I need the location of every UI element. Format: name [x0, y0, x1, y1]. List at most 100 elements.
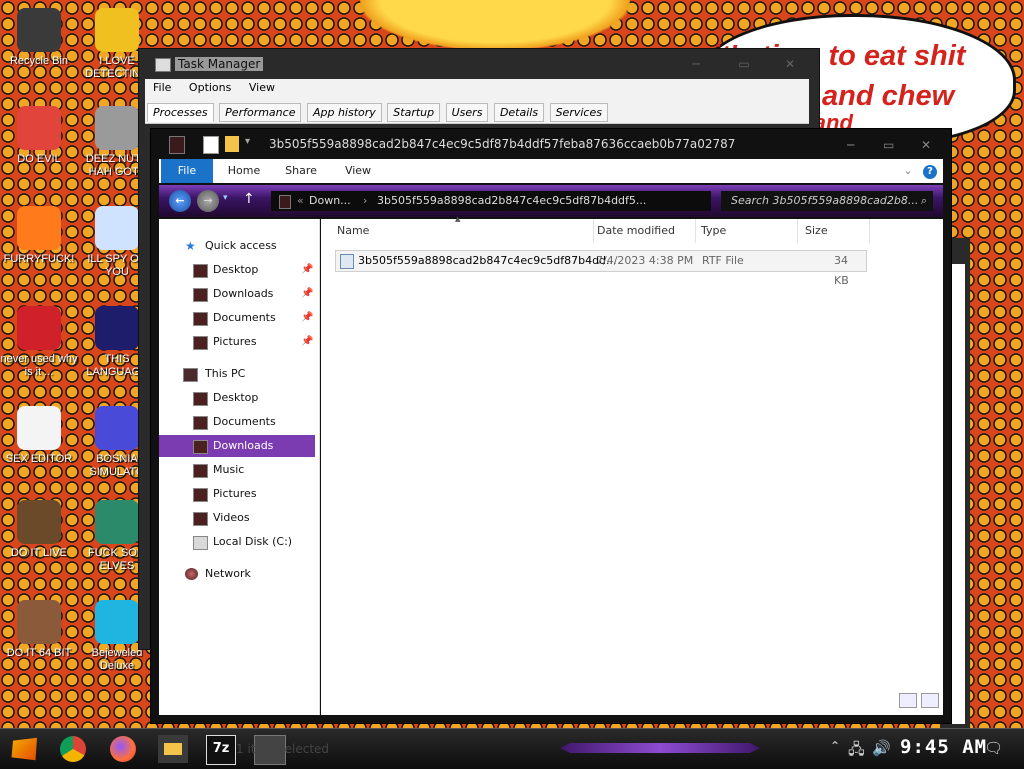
navigation-pane: ★ Quick access Desktop 📌 Downloads 📌 Documen…	[159, 219, 320, 715]
file-date: 7/4/2023 4:38 PM	[596, 254, 694, 267]
nav-this-pc[interactable]: This PC	[159, 363, 315, 385]
file-explorer-taskbar-button[interactable]	[158, 735, 188, 763]
nav-item[interactable]: Downloads 📌	[159, 283, 315, 305]
help-icon[interactable]: ?	[921, 159, 939, 183]
file-row[interactable]: 3b505f559a8898cad2b847c4ec9c5df87b4dd...…	[335, 250, 867, 287]
tab-performance[interactable]: Performance	[219, 103, 302, 122]
close-button[interactable]: ✕	[921, 138, 931, 152]
tab-details[interactable]: Details	[493, 103, 545, 122]
explorer-titlebar[interactable]: ▾ 3b505f559a8898cad2b847c4ec9c5df87b4ddf…	[151, 129, 951, 159]
pin-icon[interactable]: 📌	[301, 331, 313, 353]
volume-icon[interactable]: 🔊	[872, 739, 891, 757]
folder-icon	[193, 536, 208, 550]
maximize-button[interactable]: ▭	[733, 57, 755, 71]
nav-item[interactable]: Videos	[159, 507, 315, 529]
desktop-shortcut[interactable]: never used why is it ...	[0, 306, 78, 379]
address-bar[interactable]: « Down... › 3b505f559a8898cad2b847c4ec9c…	[271, 191, 711, 211]
search-box[interactable]: Search 3b505f559a8898cad2b8... ⌕	[721, 191, 933, 211]
up-arrow-icon[interactable]: ↑	[243, 191, 255, 207]
goland-icon	[95, 306, 139, 350]
tab-users[interactable]: Users	[445, 103, 489, 122]
nav-quick-access[interactable]: ★ Quick access	[159, 235, 315, 257]
minimize-button[interactable]: ─	[685, 57, 707, 71]
desktop-shortcut[interactable]: SEX EDITOR	[0, 406, 78, 466]
taskbar: 7z 1 item selected ⌃ 🖧 🔊 9:45 AM 🗨	[0, 728, 1024, 769]
expand-ribbon-icon[interactable]: ⌄	[899, 159, 917, 183]
tab-services[interactable]: Services	[549, 103, 608, 122]
new-folder-quick-icon[interactable]	[225, 136, 239, 152]
clock[interactable]: 9:45 AM	[900, 736, 987, 758]
column-size[interactable]: Size	[799, 219, 870, 243]
nav-item-label: Pictures	[213, 487, 257, 500]
address-toolbar: ← → ▾ ↑ « Down... › 3b505f559a8898cad2b8…	[159, 185, 943, 217]
close-button[interactable]: ✕	[779, 57, 801, 71]
desktop-shortcut[interactable]: FURRYFUCK!	[0, 206, 78, 266]
menu-options[interactable]: Options	[181, 79, 237, 94]
nav-item[interactable]: Documents	[159, 411, 315, 433]
file-size: 34 KB	[834, 254, 849, 287]
large-icons-view-icon[interactable]	[921, 693, 939, 708]
notification-icon[interactable]: 🗨	[984, 739, 1003, 757]
nav-item[interactable]: Pictures	[159, 483, 315, 505]
nav-item-label: Desktop	[213, 263, 259, 276]
maximize-button[interactable]: ▭	[883, 138, 894, 152]
desktop-shortcut[interactable]: DO IT 64 BIT	[0, 600, 78, 660]
desktop-shortcut[interactable]: DO EVIL	[0, 106, 78, 166]
tab-processes[interactable]: Processes	[147, 103, 214, 122]
column-type[interactable]: Type	[695, 219, 798, 243]
nav-item[interactable]: Music	[159, 459, 315, 481]
task-manager-tabs: Processes Performance App history Startu…	[145, 99, 809, 124]
task-manager-titlebar[interactable]: Task Manager	[139, 49, 819, 79]
details-view-icon[interactable]	[899, 693, 917, 708]
desktop-shortcut[interactable]: Recycle Bin	[0, 8, 78, 68]
desktop-shortcut-label: SEX EDITOR	[5, 453, 73, 465]
tab-startup[interactable]: Startup	[387, 103, 441, 122]
firefox-taskbar-button[interactable]	[110, 736, 136, 762]
network-tray-icon[interactable]: 🖧	[848, 739, 865, 764]
7zip-taskbar-button[interactable]: 7z	[206, 735, 236, 765]
file-explorer-window[interactable]: ▾ 3b505f559a8898cad2b847c4ec9c5df87b4ddf…	[150, 128, 952, 724]
folder-icon	[193, 264, 208, 278]
nav-item[interactable]: Desktop	[159, 387, 315, 409]
tab-view[interactable]: View	[335, 159, 381, 183]
recent-locations-icon[interactable]: ▾	[223, 193, 228, 203]
forward-button[interactable]: →	[197, 190, 219, 212]
elf-game-icon	[95, 500, 139, 544]
desktop-shortcut-label: FURRYFUCK!	[3, 253, 75, 265]
breadcrumb-downloads[interactable]: Down...	[309, 191, 351, 211]
column-date-modified[interactable]: Date modified	[591, 219, 696, 243]
nav-item[interactable]: Downloads	[159, 435, 315, 457]
tab-home[interactable]: Home	[219, 159, 269, 183]
tab-app-history[interactable]: App history	[306, 103, 382, 122]
desktop-shortcut[interactable]: DO IT LIVE	[0, 500, 78, 560]
status-text: 1 item selected	[236, 742, 330, 756]
tab-share[interactable]: Share	[275, 159, 327, 183]
pin-icon[interactable]: 📌	[301, 259, 313, 281]
minimize-button[interactable]: ─	[847, 138, 854, 152]
menu-file[interactable]: File	[145, 79, 177, 94]
chevron-down-icon[interactable]: ▾	[245, 136, 255, 152]
start-button[interactable]	[11, 737, 37, 761]
back-button[interactable]: ←	[169, 190, 191, 212]
breadcrumb-folder[interactable]: 3b505f559a8898cad2b847c4ec9c5df87b4ddf5.…	[377, 191, 646, 211]
search-placeholder: Search 3b505f559a8898cad2b8...	[731, 194, 919, 207]
tab-file[interactable]: File	[161, 159, 213, 183]
properties-quick-icon[interactable]	[203, 136, 219, 154]
address-chevron[interactable]: «	[297, 191, 304, 211]
nav-item[interactable]: Pictures 📌	[159, 331, 315, 353]
pin-icon[interactable]: 📌	[301, 307, 313, 329]
nav-item[interactable]: Desktop 📌	[159, 259, 315, 281]
menu-view[interactable]: View	[241, 79, 281, 94]
chrome-taskbar-button[interactable]	[60, 736, 86, 762]
nav-item[interactable]: Documents 📌	[159, 307, 315, 329]
pin-icon[interactable]: 📌	[301, 283, 313, 305]
nav-network[interactable]: Network	[159, 563, 315, 585]
desktop-shortcut-label: DO EVIL	[17, 153, 61, 165]
chevron-up-icon[interactable]: ⌃	[830, 739, 840, 753]
column-name[interactable]: Name	[331, 219, 594, 243]
nav-item[interactable]: Local Disk (C:)	[159, 531, 315, 553]
nav-item-label: Documents	[213, 311, 276, 324]
folder-icon	[193, 512, 208, 526]
chrome-icon	[17, 106, 61, 150]
spy-tool-icon	[95, 206, 139, 250]
